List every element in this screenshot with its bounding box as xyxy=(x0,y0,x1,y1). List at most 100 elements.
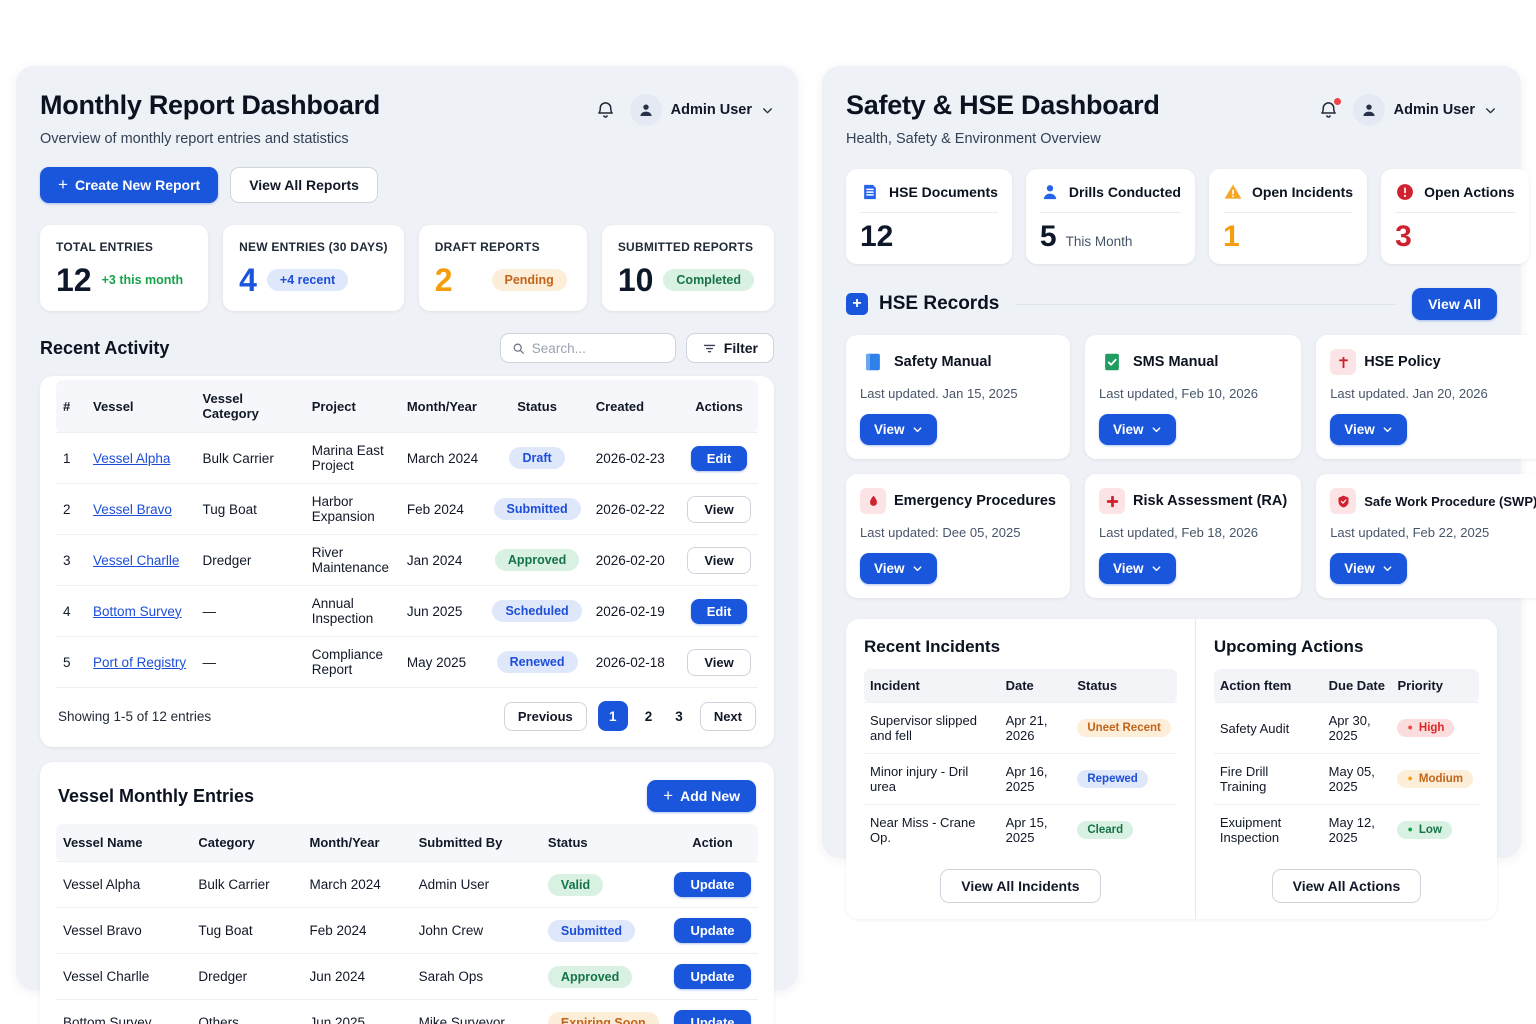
vessel-link[interactable]: Vessel Bravo xyxy=(93,502,172,517)
view-dropdown-button[interactable]: View xyxy=(860,414,937,445)
recent-incidents-title: Recent Incidents xyxy=(864,637,1177,657)
recent-activity-table: # Vessel Vessel Category Project Month/Y… xyxy=(56,380,758,687)
vessel-link[interactable]: Vessel Charlle xyxy=(93,553,179,568)
stat-value: 4 xyxy=(239,264,257,296)
page-3-button[interactable]: 3 xyxy=(669,705,689,728)
page-title: Monthly Report Dashboard xyxy=(40,90,380,121)
chevron-down-icon xyxy=(912,424,923,435)
update-button[interactable]: Update xyxy=(674,1010,750,1024)
emergency-procedures-icon xyxy=(860,488,886,514)
vessel-entries-title: Vessel Monthly Entries xyxy=(58,786,254,807)
update-button[interactable]: Update xyxy=(674,964,750,989)
user-menu[interactable]: Admin User xyxy=(630,94,774,126)
edit-button[interactable]: Edit xyxy=(691,446,748,471)
status-badge: Submitted xyxy=(494,498,581,520)
chevron-down-icon xyxy=(912,563,923,574)
table-row: Exuipment Inspection May 12, 2025 Low xyxy=(1214,805,1479,856)
entries-count: Showing 1-5 of 12 entries xyxy=(58,709,211,724)
view-dropdown-button[interactable]: View xyxy=(1099,414,1176,445)
desktop-canvas: Monthly Report Dashboard Overview of mon… xyxy=(0,0,1536,1024)
view-dropdown-button[interactable]: View xyxy=(1330,553,1407,584)
edit-button[interactable]: Edit xyxy=(691,599,748,624)
previous-page-button[interactable]: Previous xyxy=(504,702,587,731)
last-updated-text: Last updated, Feb 10, 2026 xyxy=(1099,386,1287,401)
warning-triangle-icon xyxy=(1223,182,1243,202)
table-row: 1 Vessel Alpha Bulk Carrier Marina East … xyxy=(56,433,758,484)
user-menu[interactable]: Admin User xyxy=(1353,94,1497,126)
recent-activity-title: Recent Activity xyxy=(40,338,169,359)
table-row: Safety Audit Apr 30, 2025 High xyxy=(1214,703,1479,754)
status-badge: Cleard xyxy=(1077,821,1133,839)
record-card-hse-policy: HSE Policy Last updated. Jan 20, 2026 Vi… xyxy=(1316,335,1536,459)
status-badge: Scheduled xyxy=(492,600,581,622)
document-icon xyxy=(860,182,880,202)
create-new-report-button[interactable]: + Create New Report xyxy=(40,167,218,203)
stat-badge: Completed xyxy=(663,269,754,291)
search-input[interactable] xyxy=(532,341,664,356)
upcoming-actions-section: Upcoming Actions Action ftem Due Date Pr… xyxy=(1195,619,1497,919)
stat-value: 12 xyxy=(860,222,893,252)
status-badge: Draft xyxy=(509,447,564,469)
view-all-reports-button[interactable]: View All Reports xyxy=(230,167,378,203)
monthly-report-dashboard: Monthly Report Dashboard Overview of mon… xyxy=(16,66,798,990)
add-new-button[interactable]: + Add New xyxy=(647,780,756,812)
view-all-actions-button[interactable]: View All Actions xyxy=(1272,869,1422,903)
stat-badge: +4 recent xyxy=(267,269,348,291)
stat-trend: +3 this month xyxy=(102,273,184,287)
last-updated-text: Last updated. Jan 20, 2026 xyxy=(1330,386,1536,401)
table-row: Supervisor slipped and fell Apr 21, 2026… xyxy=(864,703,1177,754)
safety-hse-dashboard: Safety & HSE Dashboard Health, Safety & … xyxy=(822,66,1521,858)
last-updated-text: Last updated: Dee 05, 2025 xyxy=(860,525,1056,540)
view-all-incidents-button[interactable]: View All Incidents xyxy=(940,869,1100,903)
view-button[interactable]: View xyxy=(687,649,750,676)
chevron-down-icon xyxy=(1151,563,1162,574)
risk-assessment-icon xyxy=(1099,488,1125,514)
chevron-down-icon xyxy=(761,104,774,117)
update-button[interactable]: Update xyxy=(674,918,750,943)
status-badge: Approved xyxy=(495,549,579,571)
stat-card-open-incidents: Open Incidents 1 xyxy=(1209,169,1367,264)
plus-icon: + xyxy=(846,293,868,315)
view-all-records-button[interactable]: View All xyxy=(1412,288,1497,320)
record-card-safety-manual: Safety Manual Last updated. Jan 15, 2025… xyxy=(846,335,1070,459)
vessel-link[interactable]: Vessel Alpha xyxy=(93,451,170,466)
update-button[interactable]: Update xyxy=(674,872,750,897)
table-row: Vessel Charlle Dredger Jun 2024 Sarah Op… xyxy=(56,954,758,1000)
view-dropdown-button[interactable]: View xyxy=(1330,414,1407,445)
table-row: Fire Drill Training May 05, 2025 Modium xyxy=(1214,754,1479,805)
status-badge: Repewed xyxy=(1077,770,1148,788)
user-name: Admin User xyxy=(1394,102,1475,118)
user-name: Admin User xyxy=(671,102,752,118)
priority-badge: High xyxy=(1397,719,1454,737)
bell-icon[interactable] xyxy=(595,100,616,121)
page-1-button[interactable]: 1 xyxy=(598,701,628,731)
upcoming-actions-table: Action ftem Due Date Priority Safety Aud… xyxy=(1214,669,1479,855)
last-updated-text: Last updated, Feb 18, 2026 xyxy=(1099,525,1287,540)
stat-card-drills-conducted: Drills Conducted 5 This Month xyxy=(1026,169,1195,264)
table-row: 4 Bottom Survey — Annual Inspection Jun … xyxy=(56,586,758,637)
chevron-down-icon xyxy=(1484,104,1497,117)
priority-badge: Low xyxy=(1397,821,1451,839)
table-row: Minor injury - Dril urea Apr 16, 2025 Re… xyxy=(864,754,1177,805)
stat-card-draft-reports: DRAFT REPORTS 2 Pending xyxy=(419,225,587,311)
status-badge: Expiring Soon xyxy=(548,1012,659,1024)
record-card-sms-manual: SMS Manual Last updated, Feb 10, 2026 Vi… xyxy=(1085,335,1301,459)
vessel-link[interactable]: Bottom Survey xyxy=(93,604,182,619)
view-button[interactable]: View xyxy=(687,547,750,574)
next-page-button[interactable]: Next xyxy=(700,702,756,731)
plus-icon: + xyxy=(58,176,68,193)
vessel-link[interactable]: Port of Registry xyxy=(93,655,186,670)
incidents-actions-card: Recent Incidents Incident Date Status Su… xyxy=(846,619,1497,919)
hse-records-title: HSE Records xyxy=(879,293,999,315)
filter-button[interactable]: Filter xyxy=(686,333,774,363)
view-button[interactable]: View xyxy=(687,496,750,523)
stat-value: 1 xyxy=(1223,222,1240,252)
stat-card-hse-documents: HSE Documents 12 xyxy=(846,169,1012,264)
page-2-button[interactable]: 2 xyxy=(639,705,659,728)
bell-icon[interactable] xyxy=(1318,100,1339,121)
stat-value: 12 xyxy=(56,264,92,296)
view-dropdown-button[interactable]: View xyxy=(1099,553,1176,584)
view-dropdown-button[interactable]: View xyxy=(860,553,937,584)
last-updated-text: Last updated. Jan 15, 2025 xyxy=(860,386,1056,401)
chevron-down-icon xyxy=(1151,424,1162,435)
